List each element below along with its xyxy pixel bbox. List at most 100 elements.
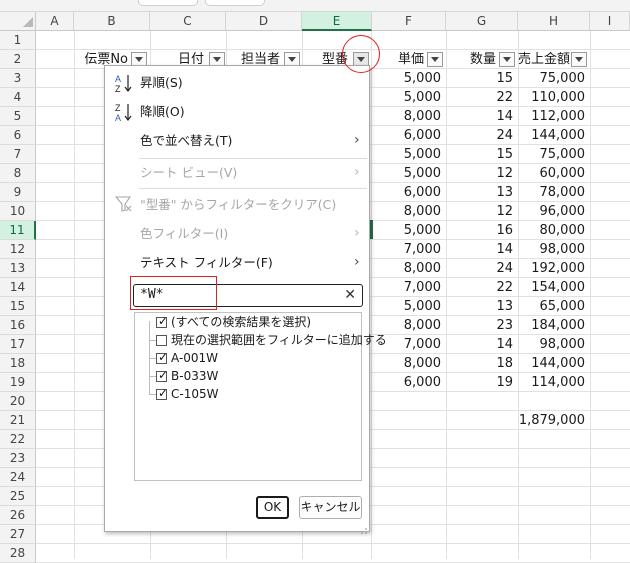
- header-cell-g[interactable]: 数量: [446, 50, 500, 69]
- cell-f-10[interactable]: 8,000: [372, 202, 446, 221]
- row-header-26[interactable]: 26: [0, 506, 36, 525]
- column-header-b[interactable]: B: [74, 12, 150, 31]
- cell-h-17[interactable]: 98,000: [518, 335, 590, 354]
- total-cell[interactable]: 1,879,000: [518, 411, 590, 430]
- cell-g-12[interactable]: 14: [446, 240, 518, 259]
- cell-h-15[interactable]: 65,000: [518, 297, 590, 316]
- row-header-2[interactable]: 2: [0, 50, 36, 69]
- cell-h-13[interactable]: 192,000: [518, 259, 590, 278]
- column-header-a[interactable]: A: [36, 12, 74, 31]
- row-header-27[interactable]: 27: [0, 525, 36, 544]
- row-header-7[interactable]: 7: [0, 145, 36, 164]
- cell-f-8[interactable]: 5,000: [372, 164, 446, 183]
- cell-g-10[interactable]: 12: [446, 202, 518, 221]
- row-header-18[interactable]: 18: [0, 354, 36, 373]
- cell-g-17[interactable]: 14: [446, 335, 518, 354]
- cell-f-13[interactable]: 8,000: [372, 259, 446, 278]
- header-cell-f[interactable]: 単価: [372, 50, 428, 69]
- row-header-12[interactable]: 12: [0, 240, 36, 259]
- row-header-11[interactable]: 11: [0, 221, 36, 240]
- row-header-25[interactable]: 25: [0, 487, 36, 506]
- header-cell-h[interactable]: 売上金額: [518, 50, 574, 69]
- column-header-f[interactable]: F: [372, 12, 446, 31]
- checkbox-add-to-filter[interactable]: [156, 335, 167, 346]
- cell-f-6[interactable]: 6,000: [372, 126, 446, 145]
- cell-f-5[interactable]: 8,000: [372, 107, 446, 126]
- cell-f-19[interactable]: 6,000: [372, 373, 446, 392]
- row-header-9[interactable]: 9: [0, 183, 36, 202]
- cell-h-10[interactable]: 96,000: [518, 202, 590, 221]
- sort-descending-item[interactable]: 降順(O): [140, 101, 185, 123]
- cell-g-14[interactable]: 22: [446, 278, 518, 297]
- cell-g-19[interactable]: 19: [446, 373, 518, 392]
- row-header-8[interactable]: 8: [0, 164, 36, 183]
- cell-g-8[interactable]: 12: [446, 164, 518, 183]
- sort-ascending-item[interactable]: 昇順(S): [140, 72, 183, 94]
- cell-f-7[interactable]: 5,000: [372, 145, 446, 164]
- cell-f-12[interactable]: 7,000: [372, 240, 446, 259]
- filter-button-h[interactable]: [571, 52, 587, 67]
- cell-h-9[interactable]: 78,000: [518, 183, 590, 202]
- checkbox-c-105w[interactable]: ✓: [156, 386, 168, 400]
- cell-f-18[interactable]: 8,000: [372, 354, 446, 373]
- cell-h-16[interactable]: 184,000: [518, 316, 590, 335]
- cell-f-4[interactable]: 5,000: [372, 88, 446, 107]
- cell-g-3[interactable]: 15: [446, 69, 518, 88]
- row-header-14[interactable]: 14: [0, 278, 36, 297]
- cell-h-14[interactable]: 154,000: [518, 278, 590, 297]
- row-header-4[interactable]: 4: [0, 88, 36, 107]
- cell-f-15[interactable]: 5,000: [372, 297, 446, 316]
- cell-g-11[interactable]: 16: [446, 221, 518, 240]
- row-header-17[interactable]: 17: [0, 335, 36, 354]
- cell-h-11[interactable]: 80,000: [518, 221, 590, 240]
- row-header-3[interactable]: 3: [0, 69, 36, 88]
- cell-h-3[interactable]: 75,000: [518, 69, 590, 88]
- row-header-16[interactable]: 16: [0, 316, 36, 335]
- cell-h-8[interactable]: 60,000: [518, 164, 590, 183]
- cell-g-15[interactable]: 13: [446, 297, 518, 316]
- row-header-10[interactable]: 10: [0, 202, 36, 221]
- cell-f-11[interactable]: 5,000: [372, 221, 446, 240]
- checkbox-b-033w[interactable]: ✓: [156, 368, 168, 382]
- cell-g-4[interactable]: 22: [446, 88, 518, 107]
- column-header-i[interactable]: I: [590, 12, 630, 31]
- cell-f-3[interactable]: 5,000: [372, 69, 446, 88]
- column-header-d[interactable]: D: [226, 12, 302, 31]
- checkbox-select-all[interactable]: ✓: [156, 314, 168, 328]
- cell-g-13[interactable]: 24: [446, 259, 518, 278]
- filter-button-g[interactable]: [499, 52, 515, 67]
- cell-h-18[interactable]: 144,000: [518, 354, 590, 373]
- row-header-1[interactable]: 1: [0, 31, 36, 50]
- column-header-g[interactable]: G: [446, 12, 518, 31]
- cell-g-9[interactable]: 13: [446, 183, 518, 202]
- cell-h-6[interactable]: 144,000: [518, 126, 590, 145]
- cancel-button[interactable]: キャンセル: [299, 496, 362, 519]
- row-header-5[interactable]: 5: [0, 107, 36, 126]
- filter-button-f[interactable]: [427, 52, 443, 67]
- column-header-e[interactable]: E: [302, 12, 372, 31]
- cell-g-18[interactable]: 18: [446, 354, 518, 373]
- column-header-c[interactable]: C: [150, 12, 226, 31]
- row-header-19[interactable]: 19: [0, 373, 36, 392]
- row-header-21[interactable]: 21: [0, 411, 36, 430]
- checkbox-a-001w[interactable]: ✓: [156, 350, 168, 364]
- row-header-24[interactable]: 24: [0, 468, 36, 487]
- cell-h-5[interactable]: 112,000: [518, 107, 590, 126]
- row-header-15[interactable]: 15: [0, 297, 36, 316]
- cell-h-19[interactable]: 114,000: [518, 373, 590, 392]
- cell-h-12[interactable]: 98,000: [518, 240, 590, 259]
- cell-f-9[interactable]: 6,000: [372, 183, 446, 202]
- filter-value-list[interactable]: ✓ (すべての検索結果を選択) 現在の選択範囲をフィルターに追加する ✓ A-0…: [134, 312, 387, 481]
- cell-h-4[interactable]: 110,000: [518, 88, 590, 107]
- row-header-13[interactable]: 13: [0, 259, 36, 278]
- cell-g-5[interactable]: 14: [446, 107, 518, 126]
- cell-h-7[interactable]: 75,000: [518, 145, 590, 164]
- cell-f-14[interactable]: 7,000: [372, 278, 446, 297]
- row-header-23[interactable]: 23: [0, 449, 36, 468]
- column-header-h[interactable]: H: [518, 12, 590, 31]
- row-header-28[interactable]: 28: [0, 544, 36, 563]
- cell-g-16[interactable]: 23: [446, 316, 518, 335]
- cell-g-7[interactable]: 15: [446, 145, 518, 164]
- row-header-6[interactable]: 6: [0, 126, 36, 145]
- text-filter-item[interactable]: テキスト フィルター(F): [140, 252, 273, 274]
